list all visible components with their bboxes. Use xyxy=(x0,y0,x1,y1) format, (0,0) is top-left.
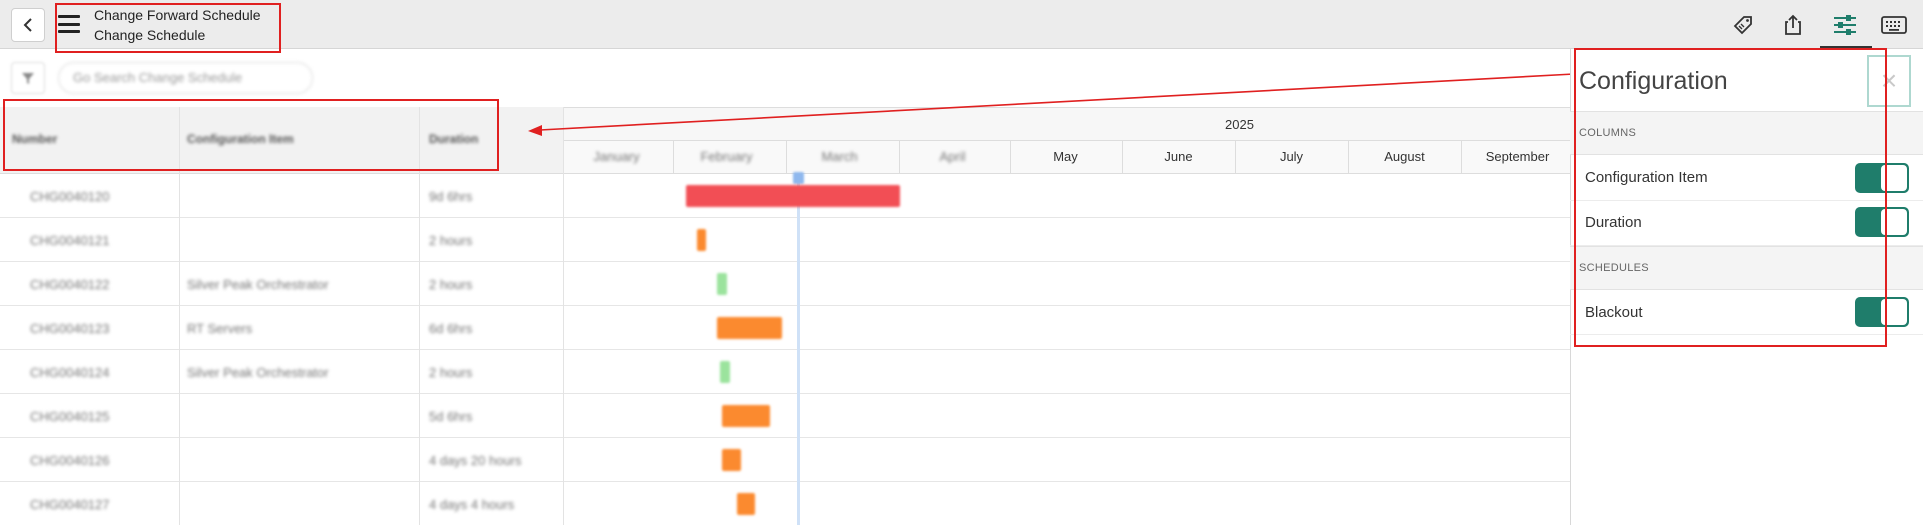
panel-highlight-box xyxy=(1574,48,1887,347)
